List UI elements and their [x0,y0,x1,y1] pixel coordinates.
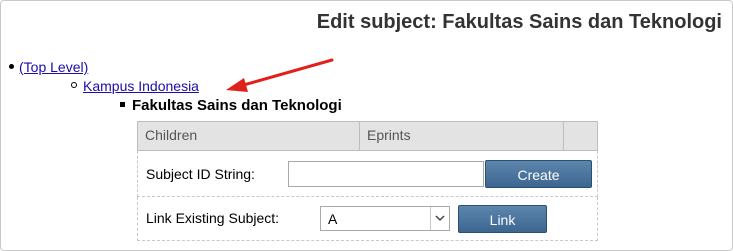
create-button[interactable]: Create [485,160,592,188]
circle-bullet-icon [71,82,77,89]
current-subject-label: Fakultas Sains dan Teknologi [132,97,342,114]
select-value: A [328,211,338,227]
disc-bullet-icon [9,63,14,69]
subject-id-label: Subject ID String: [146,166,255,182]
tree-item-top-level: (Top Level) [9,59,88,75]
empty-column-header [564,122,597,150]
tree-item-parent: Kampus Indonesia [71,78,199,94]
top-level-link[interactable]: (Top Level) [19,59,88,75]
chevron-down-icon[interactable] [430,207,449,230]
red-arrow-annotation-icon [226,58,334,92]
existing-subject-select[interactable]: A [320,206,450,231]
parent-subject-link[interactable]: Kampus Indonesia [83,78,199,94]
subject-table: Children Eprints Subject ID String: Crea… [137,121,598,241]
link-subject-row: Link Existing Subject: A Link [137,197,598,241]
subject-id-input[interactable] [288,161,484,187]
eprints-column-header: Eprints [360,122,564,150]
create-subject-row: Subject ID String: Create [137,151,598,197]
square-bullet-icon [120,101,125,107]
table-header-row: Children Eprints [137,121,598,151]
page-title: Edit subject: Fakultas Sains dan Teknolo… [316,11,722,33]
children-column-header: Children [138,122,360,150]
tree-item-current: Fakultas Sains dan Teknologi [120,97,342,114]
link-existing-label: Link Existing Subject: [146,210,280,226]
link-button[interactable]: Link [458,205,547,233]
